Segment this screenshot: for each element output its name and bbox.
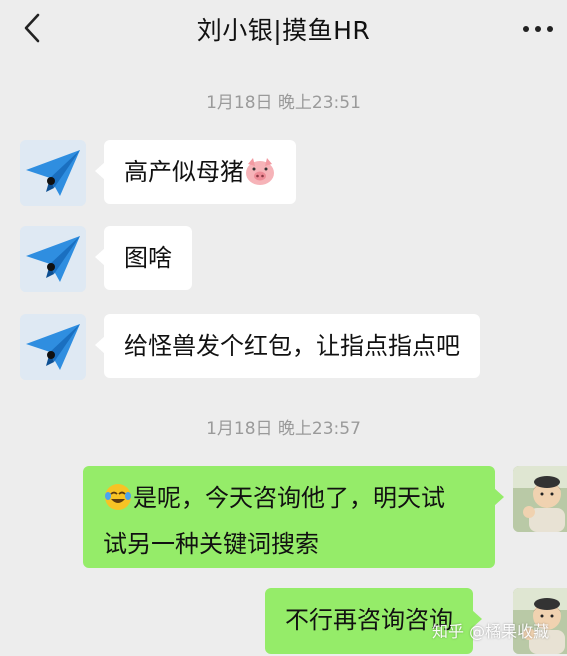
message-bubble[interactable]: 图啥 — [95, 226, 192, 290]
paper-plane-icon — [20, 140, 86, 206]
message-bubble[interactable]: 给怪兽发个红包，让指点指点吧 — [95, 314, 480, 378]
crying-laughing-icon — [103, 482, 133, 524]
message-text: 高产似母猪 — [124, 158, 244, 186]
more-dots-icon — [523, 26, 553, 32]
message-text-line: 是呢，今天咨询他了，明天试 — [133, 484, 445, 512]
message-timestamp: 1月18日 晚上23:51 — [206, 93, 361, 113]
pig-face-icon — [244, 156, 276, 198]
message-text: 图啥 — [124, 244, 172, 272]
paper-plane-icon — [20, 314, 86, 380]
more-options-button[interactable] — [517, 14, 559, 44]
message-bubble[interactable]: 高产似母猪 — [95, 140, 296, 204]
user-avatar[interactable] — [513, 466, 567, 532]
chat-title: 刘小银|摸鱼HR — [196, 16, 371, 45]
message-text: 不行再咨询咨询 — [285, 606, 453, 634]
contact-avatar[interactable] — [20, 226, 86, 292]
chevron-left-icon — [24, 13, 40, 43]
watermark-text: 知乎 @橘果收藏 — [432, 622, 550, 641]
paper-plane-icon — [20, 226, 86, 292]
message-text-line: 试另一种关键词搜索 — [103, 530, 319, 558]
user-photo-icon — [513, 466, 567, 532]
message-text: 给怪兽发个红包，让指点指点吧 — [124, 332, 460, 360]
chat-header: 刘小银|摸鱼HR — [0, 0, 567, 58]
contact-avatar[interactable] — [20, 314, 86, 380]
message-bubble[interactable]: 是呢，今天咨询他了，明天试 试另一种关键词搜索 — [83, 466, 504, 568]
contact-avatar[interactable] — [20, 140, 86, 206]
message-timestamp: 1月18日 晚上23:57 — [206, 419, 361, 439]
back-button[interactable] — [14, 10, 50, 46]
